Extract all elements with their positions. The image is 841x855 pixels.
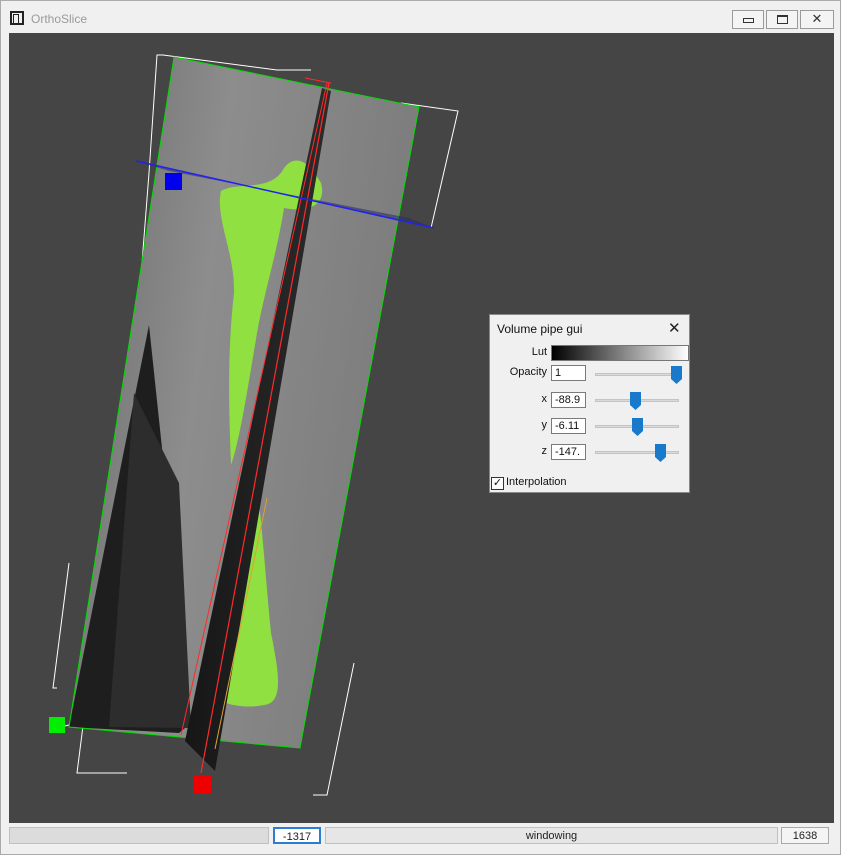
z-label: z <box>541 445 548 457</box>
z-field[interactable]: -147. <box>551 444 586 460</box>
window-max-field[interactable]: 1638 <box>781 827 829 844</box>
lut-colorbar[interactable] <box>551 345 689 361</box>
window-min-field[interactable]: -1317 <box>273 827 321 844</box>
z-slider-thumb[interactable] <box>654 444 666 462</box>
dialog-title: Volume pipe gui <box>497 322 583 336</box>
status-bar: -1317 windowing 1638 <box>9 825 834 847</box>
x-field[interactable]: -88.9 <box>551 392 586 408</box>
opacity-slider[interactable] <box>595 366 682 384</box>
interaction-mode-label: windowing <box>325 827 778 844</box>
maximize-button[interactable] <box>766 10 798 29</box>
minimize-button[interactable] <box>732 10 764 29</box>
checkmark-icon: ✓ <box>492 477 503 489</box>
app-window: OrthoSlice ✕ -1317 windowing 1638 Volume… <box>0 0 841 855</box>
plane-x-handle[interactable] <box>193 775 211 793</box>
y-slider[interactable] <box>595 418 679 436</box>
plane-z-handle[interactable] <box>165 173 182 190</box>
render-viewport[interactable] <box>9 33 834 823</box>
lut-label: Lut <box>531 346 547 358</box>
plane-y-handle[interactable] <box>49 717 65 733</box>
minimize-icon <box>742 18 754 23</box>
x-slider-thumb[interactable] <box>630 392 642 410</box>
y-label: y <box>541 419 548 431</box>
close-button[interactable]: ✕ <box>800 10 834 29</box>
status-empty-cell <box>9 827 269 844</box>
interpolation-checkbox[interactable]: ✓ <box>491 477 504 490</box>
title-bar[interactable]: OrthoSlice ✕ <box>1 1 840 33</box>
opacity-field[interactable]: 1 <box>551 365 586 381</box>
close-icon: ✕ <box>811 11 823 26</box>
y-slider-thumb[interactable] <box>632 418 643 436</box>
volume-pipe-gui-dialog: Volume pipe gui ✕ Lut Opacity 1 x -88.9 … <box>489 314 690 493</box>
opacity-slider-thumb[interactable] <box>670 366 682 384</box>
close-icon[interactable]: ✕ <box>668 319 681 337</box>
interpolation-label: Interpolation <box>506 476 567 488</box>
z-slider[interactable] <box>595 444 679 462</box>
opacity-label: Opacity <box>509 366 547 378</box>
ortho-slice-scene <box>49 54 459 796</box>
maximize-icon <box>776 15 788 24</box>
x-label: x <box>541 393 548 405</box>
x-slider[interactable] <box>595 392 679 410</box>
y-field[interactable]: -6.11 <box>551 418 586 434</box>
window-title: OrthoSlice <box>31 12 88 26</box>
window-app-icon <box>10 11 24 25</box>
